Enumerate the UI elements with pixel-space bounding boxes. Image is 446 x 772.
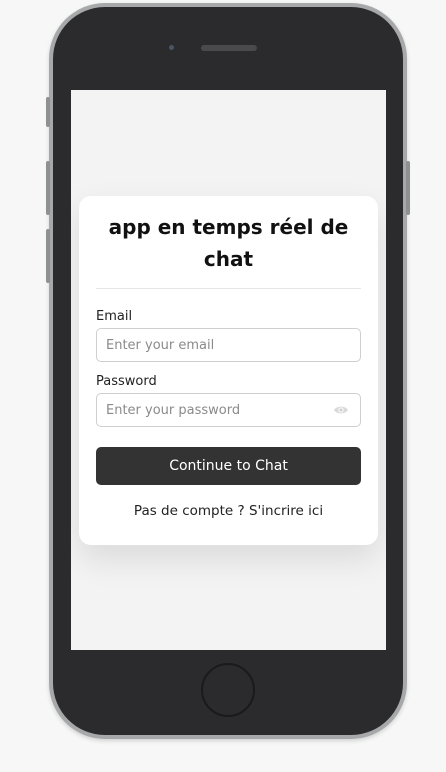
signup-prompt: Pas de compte ? [133,503,245,519]
title-divider [96,288,361,289]
signup-link[interactable]: S'incrire ici [249,503,323,519]
email-field[interactable] [97,329,360,361]
eye-icon[interactable] [333,404,349,416]
signup-line: Pas de compte ? S'incrire ici [96,503,361,519]
earpiece-speaker [201,45,257,51]
email-label: Email [96,309,133,324]
power-button [406,161,410,215]
phone-screen: app en temps réel de chat Email Password… [71,90,386,650]
password-label: Password [96,374,157,389]
mute-switch [46,97,50,127]
password-field-wrapper [96,393,361,427]
login-card: app en temps réel de chat Email Password… [79,196,378,545]
volume-down-button [46,229,50,283]
continue-to-chat-button[interactable]: Continue to Chat [96,447,361,485]
home-button [201,663,255,717]
volume-up-button [46,161,50,215]
front-camera [169,45,174,50]
email-field-wrapper [96,328,361,362]
page-title: app en temps réel de chat [108,215,349,271]
password-field[interactable] [97,394,360,426]
